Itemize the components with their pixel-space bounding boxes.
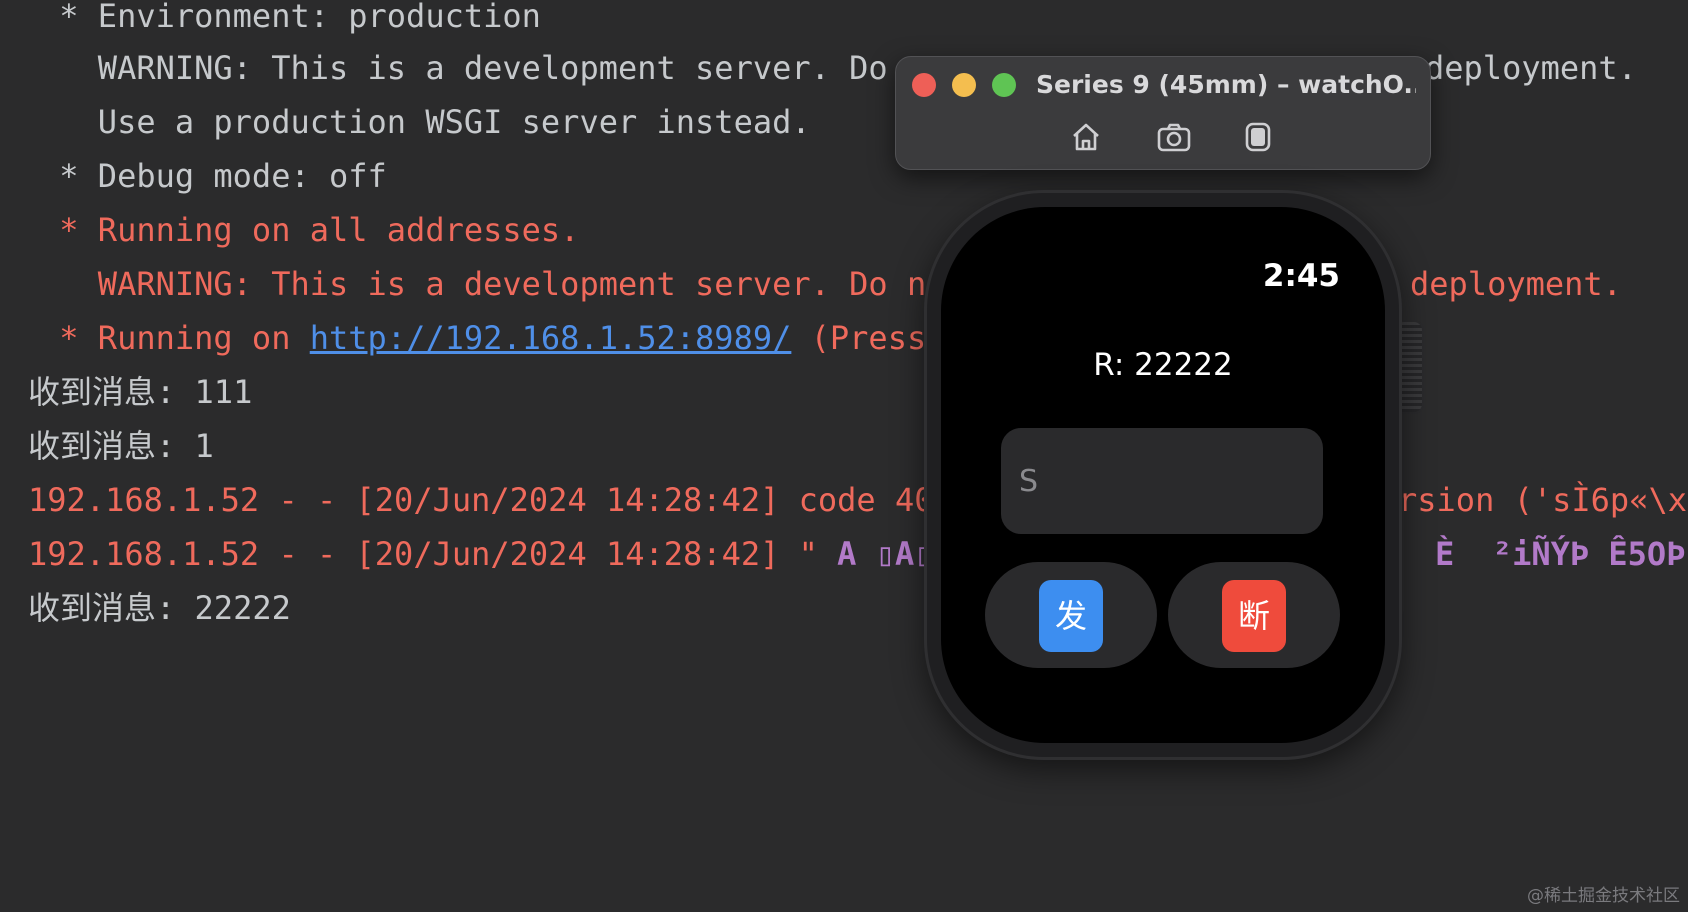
rotate-device-button[interactable]: [1238, 117, 1278, 157]
terminal-output: * Environment: production WARNING: This …: [0, 0, 1688, 912]
wsgi-line: Use a production WSGI server instead.: [40, 103, 811, 141]
screenshot-button[interactable]: [1154, 117, 1194, 157]
minimize-window-button[interactable]: [952, 73, 976, 97]
warning-line-2: WARNING: This is a development server. D…: [40, 265, 946, 303]
message-line-3: 收到消息: 22222: [28, 589, 291, 627]
log-line-2: 192.168.1.52 - - [20/Jun/2024 14:28:42] …: [28, 534, 933, 574]
warning-line: WARNING: This is a development server. D…: [40, 49, 927, 87]
message-input[interactable]: [1001, 428, 1323, 534]
log-line-2-tail: È ²iÑÝÞ Ê5OÞ: [1435, 535, 1686, 573]
send-button[interactable]: 发: [1039, 580, 1103, 652]
home-button[interactable]: [1066, 117, 1106, 157]
home-icon: [1073, 123, 1099, 151]
message-line-2: 收到消息: 1: [28, 427, 214, 465]
running-all-line: * Running on all addresses.: [40, 211, 580, 249]
received-message-label: R: 22222: [1093, 347, 1233, 383]
log-line-2-garbled: A ▯A▯: [837, 535, 934, 573]
warning-line-tail: deployment.: [1425, 49, 1637, 87]
running-prefix: * Running on: [40, 319, 310, 357]
running-url-line: * Running on http://192.168.1.52:8989/ (…: [40, 318, 926, 358]
log-line-1: 192.168.1.52 - - [20/Jun/2024 14:28:42] …: [28, 481, 934, 519]
debug-line: * Debug mode: off: [40, 157, 387, 195]
warning-line-2-tail: deployment.: [1410, 265, 1622, 303]
running-suffix: (Press: [791, 319, 927, 357]
env-line: * Environment: production: [40, 0, 541, 35]
zoom-window-button[interactable]: [992, 73, 1016, 97]
log-line-2-prefix: 192.168.1.52 - - [20/Jun/2024 14:28:42] …: [28, 535, 838, 573]
watch-clock: 2:45: [1262, 258, 1340, 294]
server-url-link[interactable]: http://192.168.1.52:8989/: [310, 319, 792, 357]
log-line-1-tail: rsion ('sÌ6p«\x: [1398, 481, 1687, 519]
message-line-1: 收到消息: 111: [28, 373, 253, 411]
disconnect-button[interactable]: 断: [1222, 580, 1286, 652]
simulator-toolbar-window: Series 9 (45mm) – watchO...: [895, 56, 1431, 170]
close-window-button[interactable]: [912, 73, 936, 97]
device-rotate-icon: [1245, 122, 1271, 152]
camera-icon: [1157, 123, 1191, 152]
watermark: @稀土掘金技术社区: [1527, 886, 1680, 906]
simulator-title: Series 9 (45mm) – watchO...: [1036, 70, 1416, 99]
